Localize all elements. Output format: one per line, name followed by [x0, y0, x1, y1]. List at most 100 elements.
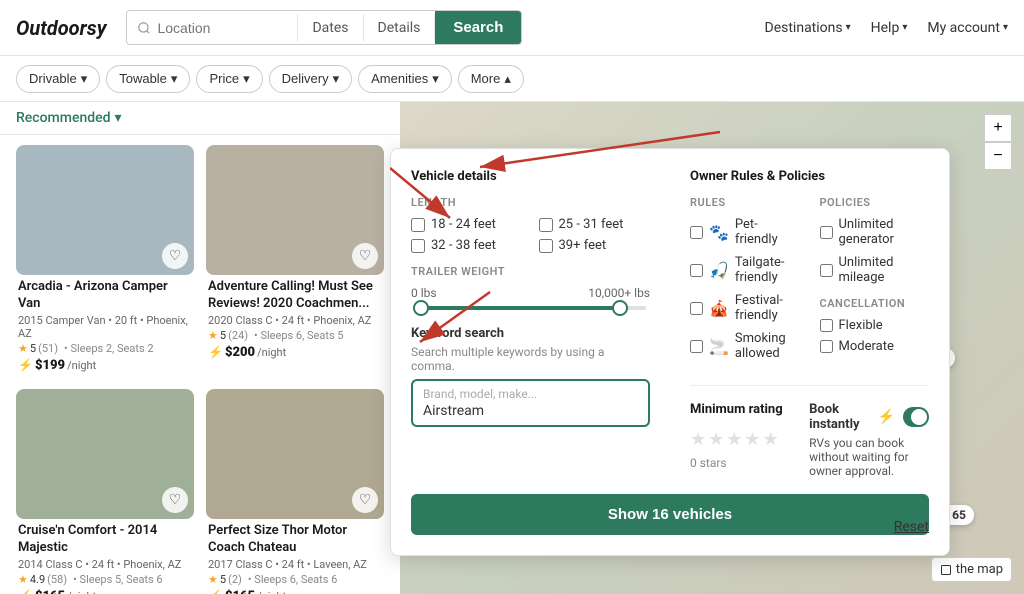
listings-panel: ♡ Arcadia - Arizona Camper Van 2015 Camp…: [0, 135, 400, 594]
listing-card[interactable]: ♡ Cruise'n Comfort - 2014 Majestic 2014 …: [16, 389, 194, 594]
rule-checkbox[interactable]: [690, 264, 703, 277]
drivable-chevron: ▾: [81, 71, 88, 87]
price-per-night: /night: [257, 590, 286, 594]
dates-tab[interactable]: Dates: [298, 14, 363, 42]
toggle-circle: [911, 409, 927, 425]
price-lightning: ⚡: [208, 589, 223, 594]
policies-col: POLICIES Unlimited generator Unlimited m…: [820, 196, 930, 369]
rules-col: RULES 🐾 Pet-friendly 🎣 Tailgate-friendly…: [690, 196, 800, 369]
cancellation-item[interactable]: Flexible: [820, 318, 930, 333]
heart-button[interactable]: ♡: [352, 487, 378, 513]
towable-filter[interactable]: Towable ▾: [106, 65, 190, 93]
keyword-input-wrapper[interactable]: Brand, model, make... Airstream: [411, 379, 650, 427]
destinations-link[interactable]: Destinations ▾: [765, 20, 851, 36]
rule-item[interactable]: 🎣 Tailgate-friendly: [690, 255, 800, 285]
rule-label: Pet-friendly: [735, 217, 800, 247]
zoom-out-button[interactable]: −: [984, 142, 1012, 170]
search-location-field[interactable]: [127, 14, 298, 42]
trailer-weight-label: TRAILER WEIGHT: [411, 265, 650, 278]
rating-label: 0 stars: [690, 456, 789, 470]
listing-image: ♡: [16, 389, 194, 519]
price-value: $200: [225, 345, 255, 360]
map-toggle-btn[interactable]: the map: [931, 557, 1012, 582]
length-checkbox-item[interactable]: 18 - 24 feet: [411, 217, 523, 232]
weight-slider-track[interactable]: [415, 306, 646, 310]
cancellation-section: CANCELLATION Flexible Moderate: [820, 297, 930, 354]
star-1[interactable]: ★: [690, 429, 706, 450]
lightning-icon: ⚡: [878, 409, 895, 425]
search-button[interactable]: Search: [435, 11, 521, 44]
star-4[interactable]: ★: [744, 429, 760, 450]
more-filter[interactable]: More ▴: [458, 65, 524, 93]
listing-rating: ★ 5 (51) • Sleeps 2, Seats 2: [18, 342, 192, 355]
rule-item[interactable]: 🚬 Smoking allowed: [690, 331, 800, 361]
heart-button[interactable]: ♡: [162, 487, 188, 513]
price-per-night: /night: [67, 590, 96, 594]
help-chevron: ▾: [902, 22, 907, 33]
heart-button[interactable]: ♡: [352, 243, 378, 269]
rule-item[interactable]: 🐾 Pet-friendly: [690, 217, 800, 247]
length-checkbox[interactable]: [539, 239, 553, 253]
listing-card[interactable]: ♡ Perfect Size Thor Motor Coach Chateau …: [206, 389, 384, 594]
length-checkbox-item[interactable]: 25 - 31 feet: [539, 217, 651, 232]
length-options: 18 - 24 feet 25 - 31 feet 32 - 38 feet 3…: [411, 217, 650, 253]
account-link[interactable]: My account ▾: [927, 20, 1008, 36]
listing-info: Cruise'n Comfort - 2014 Majestic 2014 Cl…: [16, 519, 194, 594]
star-2[interactable]: ★: [708, 429, 724, 450]
listing-card[interactable]: ♡ Adventure Calling! Must See Reviews! 2…: [206, 145, 384, 377]
cancel-checkbox[interactable]: [820, 319, 833, 332]
book-instantly-toggle[interactable]: [903, 407, 929, 427]
sub-filter-bar: Recommended ▾: [0, 102, 400, 135]
rule-checkbox[interactable]: [690, 340, 703, 353]
length-checkbox[interactable]: [539, 218, 553, 232]
delivery-filter[interactable]: Delivery ▾: [269, 65, 353, 93]
length-option-label: 18 - 24 feet: [431, 217, 496, 232]
policy-item[interactable]: Unlimited mileage: [820, 255, 930, 285]
length-checkbox-item[interactable]: 32 - 38 feet: [411, 238, 523, 253]
map-toggle-label: the map: [956, 562, 1003, 577]
slider-thumb-left[interactable]: [413, 300, 429, 316]
show-vehicles-button[interactable]: Show 16 vehicles: [411, 494, 929, 535]
cancellation-item[interactable]: Moderate: [820, 339, 930, 354]
length-checkbox[interactable]: [411, 218, 425, 232]
rule-checkbox[interactable]: [690, 302, 703, 315]
sleeps-info: • Sleeps 6, Seats 5: [254, 329, 344, 342]
rule-checkbox[interactable]: [690, 226, 703, 239]
listing-card[interactable]: ♡ Arcadia - Arizona Camper Van 2015 Camp…: [16, 145, 194, 377]
zoom-in-button[interactable]: +: [984, 114, 1012, 142]
rule-icon: 🚬: [709, 337, 729, 356]
listing-price: ⚡ $165 /night: [18, 589, 192, 594]
policy-checkbox[interactable]: [820, 226, 833, 239]
price-filter[interactable]: Price ▾: [196, 65, 262, 93]
help-link[interactable]: Help ▾: [871, 20, 908, 36]
weight-slider-section: 0 lbs 10,000+ lbs: [411, 286, 650, 310]
reset-link[interactable]: Reset: [894, 519, 929, 535]
min-rating-title: Minimum rating: [690, 402, 789, 417]
policies-label: POLICIES: [820, 196, 930, 209]
map-zoom-controls: + −: [984, 114, 1012, 170]
listing-image: ♡: [16, 145, 194, 275]
price-lightning: ⚡: [18, 358, 33, 372]
location-input[interactable]: [157, 20, 287, 36]
slider-fill: [415, 306, 623, 310]
recommended-filter[interactable]: Recommended ▾: [16, 110, 122, 126]
details-tab[interactable]: Details: [364, 14, 436, 42]
length-checkbox-item[interactable]: 39+ feet: [539, 238, 651, 253]
length-checkbox[interactable]: [411, 239, 425, 253]
slider-thumb-right[interactable]: [612, 300, 628, 316]
price-per-night: /night: [67, 359, 96, 372]
rule-item[interactable]: 🎪 Festival-friendly: [690, 293, 800, 323]
listing-price: ⚡ $200 /night: [208, 345, 382, 360]
policy-item[interactable]: Unlimited generator: [820, 217, 930, 247]
cancel-checkbox[interactable]: [820, 340, 833, 353]
cancel-label: Flexible: [839, 318, 883, 333]
price-value: $165: [35, 589, 65, 594]
star-3[interactable]: ★: [726, 429, 742, 450]
amenities-filter[interactable]: Amenities ▾: [358, 65, 452, 93]
listing-info: Arcadia - Arizona Camper Van 2015 Camper…: [16, 275, 194, 377]
policy-checkbox[interactable]: [820, 264, 833, 277]
listing-rating: ★ 5 (24) • Sleeps 6, Seats 5: [208, 329, 382, 342]
star-5[interactable]: ★: [763, 429, 779, 450]
heart-button[interactable]: ♡: [162, 243, 188, 269]
drivable-filter[interactable]: Drivable ▾: [16, 65, 100, 93]
